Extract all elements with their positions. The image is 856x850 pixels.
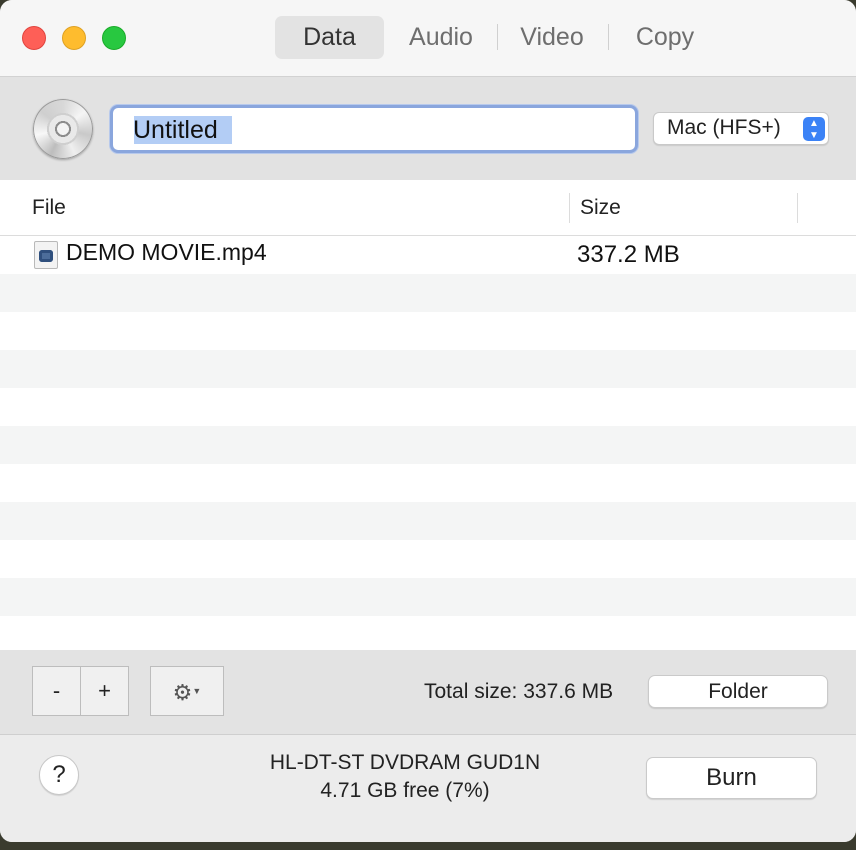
close-window-button[interactable] bbox=[22, 26, 46, 50]
disc-icon bbox=[33, 99, 93, 159]
empty-row bbox=[0, 312, 856, 350]
file-table: File Size DEMO MOVIE.mp4 337.2 MB bbox=[0, 180, 856, 650]
add-file-button[interactable]: + bbox=[80, 666, 129, 716]
tab-video[interactable]: Video bbox=[508, 16, 596, 59]
footer: ? HL-DT-ST DVDRAM GUD1N 4.71 GB free (7%… bbox=[0, 735, 856, 842]
empty-row bbox=[0, 540, 856, 578]
file-name: DEMO MOVIE.mp4 bbox=[66, 239, 267, 265]
gear-icon: ⚙ bbox=[172, 680, 193, 705]
table-row[interactable]: DEMO MOVIE.mp4 337.2 MB bbox=[0, 236, 856, 274]
total-size-label: Total size: 337.6 MB bbox=[424, 680, 614, 703]
empty-row bbox=[0, 464, 856, 502]
drive-free-space: 4.71 GB free (7%) bbox=[320, 779, 490, 802]
column-divider[interactable] bbox=[569, 193, 570, 223]
empty-row bbox=[0, 350, 856, 388]
up-down-chevron-icon: ▲ ▼ bbox=[803, 117, 825, 141]
empty-row bbox=[0, 388, 856, 426]
bottom-toolbar: - + ⚙▼ Total size: 337.6 MB Folder bbox=[0, 650, 856, 735]
remove-file-button[interactable]: - bbox=[32, 666, 81, 716]
tab-audio[interactable]: Audio bbox=[395, 16, 487, 59]
empty-row bbox=[0, 578, 856, 616]
movie-file-icon bbox=[34, 241, 58, 269]
filesystem-value: Mac (HFS+) bbox=[667, 116, 781, 139]
empty-row bbox=[0, 274, 856, 312]
tab-divider bbox=[497, 24, 498, 50]
file-size: 337.2 MB bbox=[577, 241, 680, 268]
dropdown-arrow-icon: ▼ bbox=[192, 686, 202, 696]
folder-button[interactable]: Folder bbox=[648, 675, 828, 708]
column-header-size[interactable]: Size bbox=[580, 180, 621, 235]
filesystem-select[interactable]: Mac (HFS+) ▲ ▼ bbox=[653, 112, 829, 145]
burn-button[interactable]: Burn bbox=[646, 757, 817, 799]
disc-name-input[interactable] bbox=[133, 114, 623, 146]
empty-row bbox=[0, 616, 856, 650]
help-button[interactable]: ? bbox=[39, 755, 79, 795]
disc-name-field[interactable] bbox=[110, 105, 638, 153]
column-divider[interactable] bbox=[797, 193, 798, 223]
disc-header: Mac (HFS+) ▲▼ bbox=[0, 77, 856, 180]
tab-copy[interactable]: Copy bbox=[622, 16, 708, 59]
drive-name: HL-DT-ST DVDRAM GUD1N bbox=[269, 751, 541, 774]
title-bar: Data Audio Video Copy bbox=[0, 0, 856, 77]
tab-data[interactable]: Data bbox=[275, 16, 384, 59]
burn-window: Data Audio Video Copy Mac (HFS+) ▲▼ File… bbox=[0, 0, 856, 842]
empty-row bbox=[0, 426, 856, 464]
tab-divider bbox=[608, 24, 609, 50]
action-menu-button[interactable]: ⚙▼ bbox=[150, 666, 224, 716]
maximize-window-button[interactable] bbox=[102, 26, 126, 50]
column-header-file[interactable]: File bbox=[32, 180, 66, 235]
minimize-window-button[interactable] bbox=[62, 26, 86, 50]
empty-row bbox=[0, 502, 856, 540]
